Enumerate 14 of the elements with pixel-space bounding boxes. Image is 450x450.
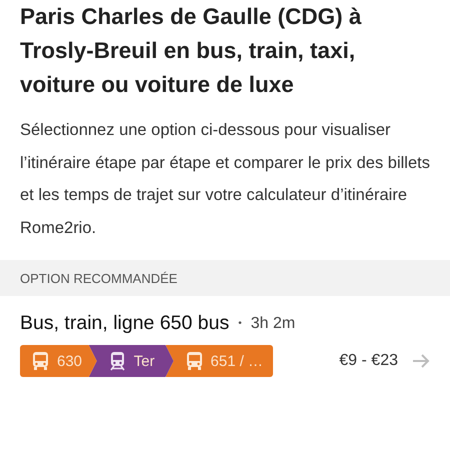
page-title: Paris Charles de Gaulle (CDG) à Trosly-Breuil en bus, train, taxi, voiture ou voiture de luxe [19,3,362,99]
route-name[interactable]: Bus, train, ligne 650 bus [20,312,230,335]
route-duration: 3h 2m [250,314,296,332]
bus-icon [32,351,49,371]
segment-label: 630 [57,352,82,370]
arrow-right-icon[interactable] [412,353,430,369]
segment-label: 651 / … [210,352,264,370]
section-label: OPTION RECOMMANDÉE [20,270,178,286]
segment-label: Ter [134,352,155,370]
description-text: Sélectionnez une option ci-dessous pour visualiser l’itinéraire étape par étape et comparer le prix des billets et les temps de trajet sur votre calculateur d’itinéraire Rome2rio. [19,120,431,238]
price-range: €9 - €23 [339,352,398,370]
bus-icon [186,351,203,371]
separator-dot: • [238,318,242,329]
train-icon [108,351,126,371]
